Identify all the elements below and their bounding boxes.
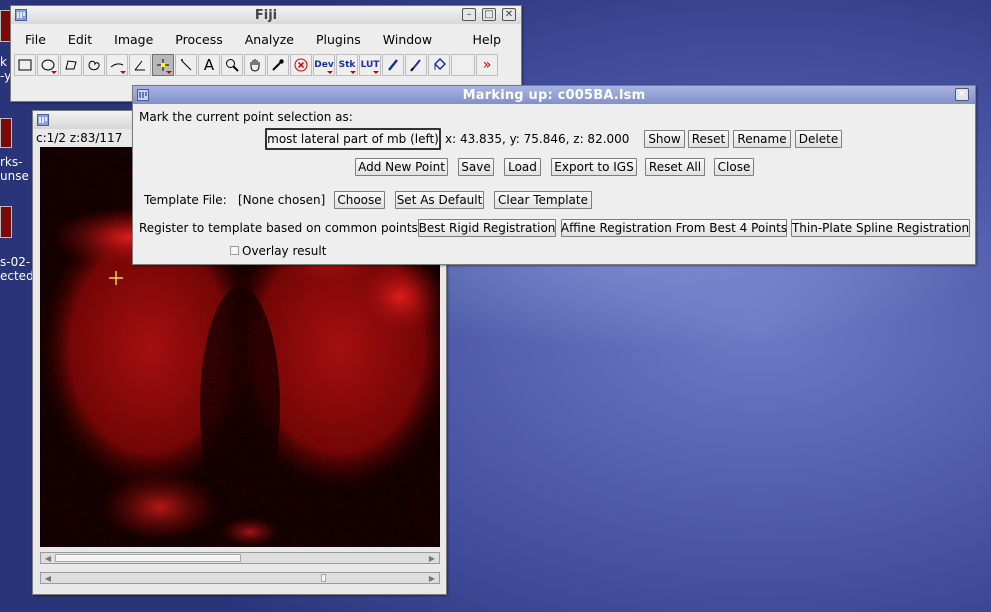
desktop-icon-label[interactable]: unse bbox=[0, 169, 34, 183]
save-button[interactable]: Save bbox=[458, 158, 494, 176]
delete-button[interactable]: Delete bbox=[795, 130, 842, 148]
register-label: Register to template based on common poi… bbox=[139, 221, 422, 235]
add-new-point-button[interactable]: Add New Point bbox=[355, 158, 448, 176]
template-file-label: Template File: bbox=[144, 193, 227, 207]
desktop-icon-thumbnail[interactable] bbox=[0, 118, 12, 148]
point-name-dropdown[interactable]: most lateral part of mb (left) bbox=[265, 128, 441, 150]
set-as-default-button[interactable]: Set As Default bbox=[395, 191, 484, 209]
close-dialog-button[interactable]: Close bbox=[714, 158, 754, 176]
rename-button[interactable]: Rename bbox=[733, 130, 791, 148]
dialog-close-button[interactable]: ✕ bbox=[955, 88, 969, 101]
menu-window[interactable]: Window bbox=[372, 32, 443, 47]
dropper-tool[interactable] bbox=[267, 54, 289, 76]
brush-tool[interactable] bbox=[405, 54, 427, 76]
stk-tool[interactable]: Stk bbox=[336, 54, 358, 76]
dev-tool[interactable]: Dev bbox=[313, 54, 335, 76]
template-file-value: [None chosen] bbox=[238, 193, 326, 207]
maximize-icon: □ bbox=[484, 8, 494, 20]
fiji-app-icon bbox=[37, 114, 49, 126]
lut-tool-label: LUT bbox=[360, 60, 380, 70]
stk-tool-label: Stk bbox=[338, 60, 356, 70]
menu-process[interactable]: Process bbox=[164, 32, 233, 47]
wand-tool[interactable] bbox=[175, 54, 197, 76]
line-tool[interactable] bbox=[106, 54, 128, 76]
minimize-button[interactable]: – bbox=[462, 8, 476, 21]
reset-all-button[interactable]: Reset All bbox=[645, 158, 705, 176]
close-icon: ✕ bbox=[957, 88, 967, 100]
scroll-left-arrow-icon[interactable]: ◀ bbox=[42, 553, 54, 563]
tool-bar: A Dev Stk LUT » bbox=[14, 54, 499, 78]
menu-plugins[interactable]: Plugins bbox=[305, 32, 372, 47]
choose-template-button[interactable]: Choose bbox=[334, 191, 385, 209]
more-tools-button[interactable]: » bbox=[476, 54, 498, 76]
scroll-right-arrow-icon[interactable]: ▶ bbox=[426, 573, 438, 583]
dialog-title: Marking up: c005BA.lsm bbox=[462, 87, 646, 103]
fiji-app-icon bbox=[15, 9, 27, 21]
scroll-left-arrow-icon[interactable]: ◀ bbox=[42, 573, 54, 583]
show-button[interactable]: Show bbox=[644, 130, 685, 148]
pencil-tool[interactable] bbox=[382, 54, 404, 76]
lut-tool[interactable]: LUT bbox=[359, 54, 381, 76]
marking-dialog: Marking up: c005BA.lsm ✕ Mark the curren… bbox=[132, 85, 976, 265]
menu-file[interactable]: File bbox=[14, 32, 57, 47]
angle-tool[interactable] bbox=[129, 54, 151, 76]
scrollbar-thumb[interactable] bbox=[321, 574, 326, 582]
hand-tool[interactable] bbox=[244, 54, 266, 76]
point-coordinates: x: 43.835, y: 75.846, z: 82.000 bbox=[445, 132, 630, 146]
desktop-icon-label[interactable]: s-02- bbox=[0, 255, 34, 269]
close-button[interactable]: ✕ bbox=[502, 8, 516, 21]
load-button[interactable]: Load bbox=[504, 158, 541, 176]
point-tool[interactable] bbox=[152, 54, 174, 76]
oval-tool[interactable] bbox=[37, 54, 59, 76]
best-rigid-registration-button[interactable]: Best Rigid Registration bbox=[418, 219, 556, 237]
reset-button[interactable]: Reset bbox=[688, 130, 729, 148]
image-info-line: c:1/2 z:83/117 bbox=[36, 131, 123, 145]
dialog-titlebar[interactable]: Marking up: c005BA.lsm ✕ bbox=[133, 86, 975, 104]
clear-template-button[interactable]: Clear Template bbox=[494, 191, 592, 209]
magnifier-tool[interactable] bbox=[221, 54, 243, 76]
fiji-app-icon bbox=[137, 89, 149, 101]
desktop-icon-label[interactable]: ected bbox=[0, 269, 34, 283]
thin-plate-spline-button[interactable]: Thin-Plate Spline Registration bbox=[791, 219, 970, 237]
dev-tool-label: Dev bbox=[314, 60, 334, 70]
maximize-button[interactable]: □ bbox=[482, 8, 496, 21]
more-tools-icon: » bbox=[482, 57, 492, 73]
z-slice-scrollbar[interactable]: ◀ ▶ bbox=[40, 572, 440, 584]
overlay-result-checkbox[interactable] bbox=[230, 246, 239, 255]
menu-analyze[interactable]: Analyze bbox=[234, 32, 305, 47]
flood-fill-tool[interactable] bbox=[428, 54, 450, 76]
fiji-window-title: Fiji bbox=[254, 7, 278, 23]
export-igs-button[interactable]: Export to IGS bbox=[551, 158, 637, 176]
close-x-tool[interactable] bbox=[290, 54, 312, 76]
rectangle-tool[interactable] bbox=[14, 54, 36, 76]
menu-help[interactable]: Help bbox=[462, 32, 513, 47]
scrollbar-thumb[interactable] bbox=[55, 554, 241, 562]
minimize-icon: – bbox=[466, 8, 472, 20]
fiji-titlebar[interactable]: Fiji – □ ✕ bbox=[11, 6, 521, 24]
affine-registration-button[interactable]: Affine Registration From Best 4 Points bbox=[561, 219, 787, 237]
text-tool[interactable]: A bbox=[198, 54, 220, 76]
overlay-result-label: Overlay result bbox=[242, 244, 327, 258]
x-scrollbar[interactable]: ◀ ▶ bbox=[40, 552, 440, 564]
desktop-icon-thumbnail[interactable] bbox=[0, 206, 12, 238]
menu-edit[interactable]: Edit bbox=[57, 32, 103, 47]
menu-bar: File Edit Image Process Analyze Plugins … bbox=[14, 28, 518, 50]
mark-point-label: Mark the current point selection as: bbox=[139, 110, 353, 124]
empty-tool[interactable] bbox=[451, 54, 475, 76]
freehand-tool[interactable] bbox=[83, 54, 105, 76]
desktop-icon-label[interactable]: rks- bbox=[0, 155, 34, 169]
scroll-right-arrow-icon[interactable]: ▶ bbox=[426, 553, 438, 563]
close-icon: ✕ bbox=[504, 8, 514, 20]
polygon-tool[interactable] bbox=[60, 54, 82, 76]
menu-image[interactable]: Image bbox=[103, 32, 164, 47]
